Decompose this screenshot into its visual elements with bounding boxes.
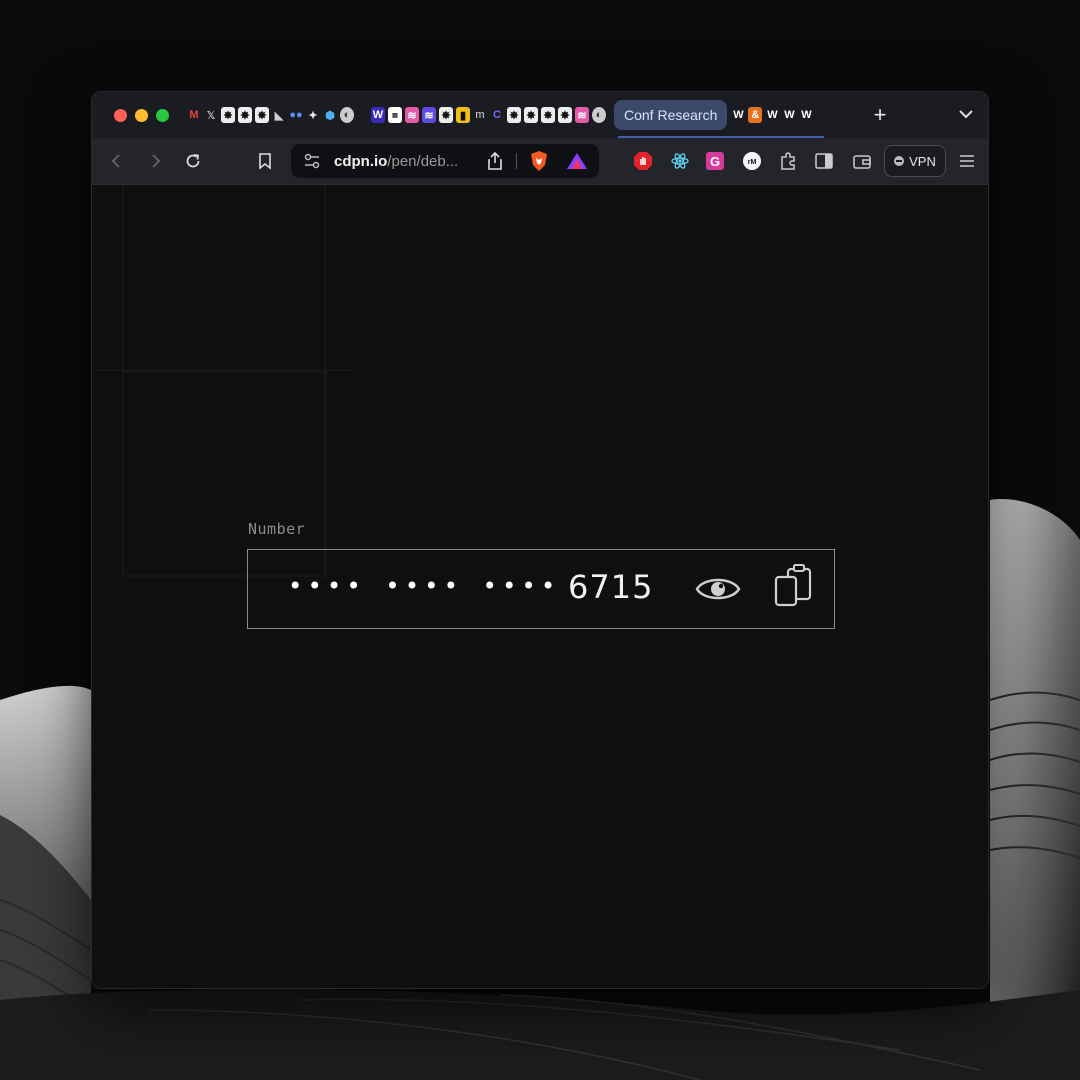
bookmark-icon[interactable] (255, 151, 275, 171)
extensions-icon[interactable] (778, 151, 798, 171)
grammarly-icon[interactable]: G (705, 151, 725, 171)
webflow-tab-icon[interactable]: W (371, 107, 385, 123)
masked-card-digits: •••• •••• •••• (288, 572, 561, 600)
new-tab-button[interactable]: + (870, 102, 890, 128)
browser-window: M 𝕏 ✸ ✸ ✸ ◣ ●● ✦ ⬢ ◐ W ▤ ≋ ≋ ✸ ▮ m C ✸ ✸… (91, 91, 989, 989)
openai-tab-icon[interactable]: ✸ (221, 107, 235, 123)
window-controls (114, 108, 169, 122)
url-domain: cdpn.io (334, 153, 388, 170)
x-tab-icon[interactable]: 𝕏 (204, 107, 218, 123)
globe-tab-icon[interactable]: ◐ (340, 107, 354, 123)
cube-tab-icon[interactable]: ⬢ (323, 107, 337, 123)
pinned-tabs: M 𝕏 ✸ ✸ ✸ ◣ ●● ✦ ⬢ ◐ W ▤ ≋ ≋ ✸ ▮ m C ✸ ✸… (187, 107, 606, 123)
c-tab-icon[interactable]: C (490, 107, 504, 123)
openai-tab-icon[interactable]: ✸ (507, 107, 521, 123)
browser-toolbar: cdpn.io/pen/deb... G rM VPN (92, 138, 988, 185)
clipboard-copy-icon[interactable] (770, 563, 818, 615)
url-path: /pen/deb... (387, 153, 459, 170)
stack-tab-icon[interactable]: ≋ (575, 107, 589, 123)
doc-tab-icon[interactable]: ▤ (388, 107, 402, 123)
gmail-tab-icon[interactable]: M (187, 107, 201, 123)
w-tab-icon[interactable]: W (799, 107, 813, 123)
openai-tab-icon[interactable]: ✸ (558, 107, 572, 123)
ampersand-tab-icon[interactable]: & (748, 107, 763, 123)
medium-tab-icon[interactable]: m (473, 107, 487, 123)
sidebar-icon[interactable] (814, 151, 834, 171)
vpn-button[interactable]: VPN (884, 145, 946, 177)
vpn-status-icon (894, 156, 905, 166)
globe-tab-icon[interactable]: ◐ (592, 107, 606, 123)
url-text[interactable]: cdpn.io/pen/deb... (334, 153, 458, 170)
openai-tab-icon[interactable]: ✸ (524, 107, 538, 123)
minimize-window-button[interactable] (135, 108, 148, 122)
maximize-window-button[interactable] (156, 108, 169, 122)
brave-shields-icon[interactable] (529, 150, 549, 172)
stack-tab-icon[interactable]: ≋ (405, 107, 419, 123)
openai-tab-icon[interactable]: ✸ (238, 107, 252, 123)
stack-tab-icon[interactable]: ≋ (422, 107, 436, 123)
w-tab-icon[interactable]: W (765, 107, 779, 123)
vpn-label: VPN (909, 153, 936, 169)
reload-icon[interactable] (183, 151, 203, 171)
card-number-field[interactable]: •••• •••• •••• 6715 (247, 549, 835, 629)
menu-icon[interactable] (957, 151, 977, 171)
framer-tab-icon[interactable]: ◣ (272, 107, 286, 123)
adblock-icon[interactable] (633, 151, 653, 171)
openai-tab-icon[interactable]: ✸ (255, 107, 269, 123)
w-tab-icon[interactable]: W (782, 107, 796, 123)
svg-text:G: G (710, 154, 720, 169)
w-tab-icon[interactable]: W (731, 107, 745, 123)
divider (516, 153, 517, 169)
wallet-icon[interactable] (852, 151, 872, 171)
number-label: Number (248, 520, 306, 538)
back-icon[interactable] (107, 151, 127, 171)
eye-icon[interactable] (694, 569, 742, 609)
site-settings-icon[interactable] (303, 152, 321, 170)
chevron-down-icon[interactable] (956, 104, 976, 124)
share-icon[interactable] (486, 151, 504, 171)
svg-text:rM: rM (748, 159, 757, 166)
readwise-icon[interactable]: rM (742, 151, 762, 171)
address-bar[interactable]: cdpn.io/pen/deb... (291, 144, 599, 178)
right-pinned-tabs: W & W W W (731, 107, 813, 123)
brave-rewards-icon[interactable] (566, 151, 588, 171)
people-tab-icon[interactable]: ●● (289, 107, 303, 123)
openai-tab-icon[interactable]: ✸ (439, 107, 453, 123)
tab-conf-research[interactable]: Conf Research (614, 100, 728, 130)
note-tab-icon[interactable]: ▮ (456, 107, 470, 123)
openai-tab-icon[interactable]: ✸ (541, 107, 555, 123)
tab-bar: M 𝕏 ✸ ✸ ✸ ◣ ●● ✦ ⬢ ◐ W ▤ ≋ ≋ ✸ ▮ m C ✸ ✸… (92, 92, 988, 138)
sparkle-tab-icon[interactable]: ✦ (306, 107, 320, 123)
card-last-four: 6715 (568, 568, 654, 606)
forward-icon[interactable] (145, 151, 165, 171)
react-devtools-icon[interactable] (670, 151, 690, 171)
close-window-button[interactable] (114, 108, 127, 122)
page-content: Number •••• •••• •••• 6715 (92, 186, 988, 988)
